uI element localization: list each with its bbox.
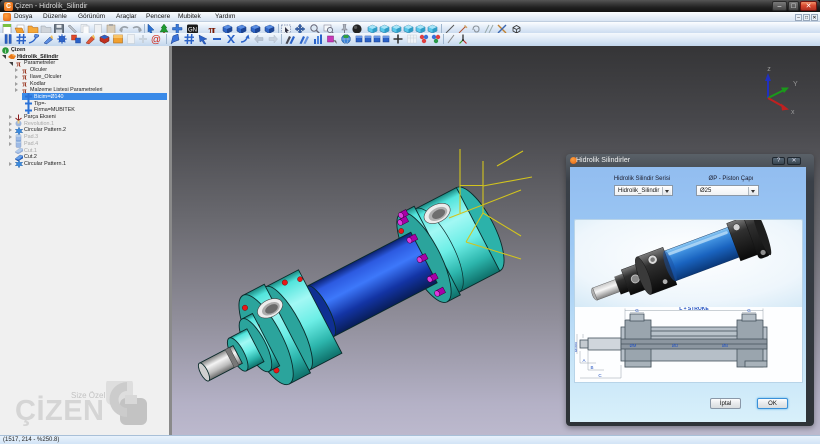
svg-text:G: G — [635, 308, 639, 313]
svg-text:@: @ — [151, 35, 161, 46]
svg-text:G: G — [747, 308, 751, 313]
svg-text:z: z — [767, 66, 771, 73]
svg-text:ØMM: ØMM — [575, 342, 578, 352]
svg-text:A: A — [582, 358, 585, 363]
svg-text:ØB: ØB — [722, 343, 728, 348]
svg-text:ØD: ØD — [672, 343, 678, 348]
svg-text:x: x — [791, 109, 795, 116]
svg-text:Y: Y — [793, 81, 798, 88]
svg-text:ØM: ØM — [630, 343, 637, 348]
svg-text:B: B — [590, 365, 593, 370]
svg-text:L + STROKE: L + STROKE — [679, 307, 709, 312]
